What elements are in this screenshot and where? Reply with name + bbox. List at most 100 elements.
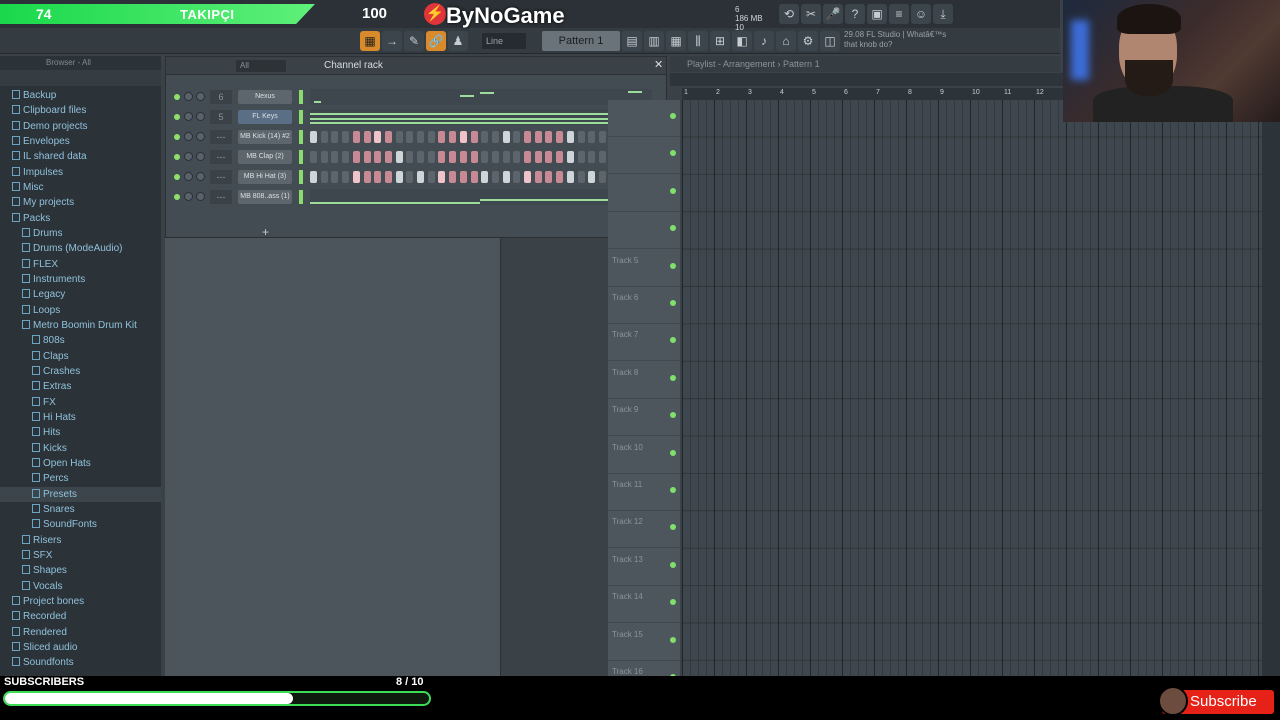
step-button[interactable]	[363, 131, 371, 143]
browser-item[interactable]: Snares	[0, 502, 161, 517]
step-button[interactable]	[320, 131, 328, 143]
browser-item[interactable]: Hi Hats	[0, 410, 161, 425]
track-mute-led[interactable]	[670, 187, 676, 194]
step-button[interactable]	[545, 131, 553, 143]
step-button[interactable]	[513, 171, 521, 183]
step-button[interactable]	[524, 171, 531, 183]
step-button[interactable]	[502, 171, 510, 183]
browser-item[interactable]: Sliced audio	[0, 640, 161, 655]
channel-name-button[interactable]: MB Kick (14) #2	[238, 130, 292, 144]
step-button[interactable]	[502, 151, 510, 163]
volume-knob[interactable]	[196, 112, 205, 121]
step-button[interactable]	[534, 171, 542, 183]
step-button[interactable]	[598, 151, 606, 163]
step-button[interactable]	[384, 131, 392, 143]
browser-item[interactable]: Rendered	[0, 625, 161, 640]
track-header[interactable]: Track 10	[608, 437, 680, 474]
browser-item[interactable]: Packs	[0, 211, 161, 226]
playlist-icon[interactable]: ▤	[622, 31, 642, 51]
step-button[interactable]	[427, 131, 435, 143]
track-header[interactable]: Track 9	[608, 399, 680, 437]
step-button[interactable]	[513, 131, 521, 143]
step-button[interactable]	[374, 131, 382, 143]
browser-item[interactable]: Impulses	[0, 165, 161, 180]
playlist-titlebar[interactable]: Playlist - Arrangement › Pattern 1	[670, 56, 1060, 72]
channel-row[interactable]: --- MB Clap (2)	[166, 147, 666, 167]
step-button[interactable]	[363, 171, 371, 183]
channel-name-button[interactable]: MB Clap (2)	[238, 150, 292, 164]
step-button[interactable]	[534, 131, 542, 143]
browser-item[interactable]: Risers	[0, 533, 161, 548]
step-button[interactable]	[491, 171, 499, 183]
channel-filter[interactable]: All	[236, 60, 286, 72]
browser-item[interactable]: Hits	[0, 425, 161, 440]
step-button[interactable]	[481, 131, 489, 143]
link-icon[interactable]: 🔗	[426, 31, 446, 51]
step-button[interactable]	[352, 151, 360, 163]
track-header[interactable]: Track 8	[608, 362, 680, 399]
step-button[interactable]	[449, 131, 457, 143]
browser-item[interactable]: SoundFonts	[0, 517, 161, 532]
browser-item[interactable]: IL shared data	[0, 149, 161, 164]
track-header[interactable]	[608, 137, 680, 175]
step-button[interactable]	[417, 151, 424, 163]
tempo-display[interactable]: 100	[362, 5, 387, 22]
pianoroll-icon[interactable]: ▥	[644, 31, 664, 51]
browser-item[interactable]: Project bones	[0, 594, 161, 609]
piano-roll-preview[interactable]	[310, 109, 652, 125]
browser-item[interactable]: Instruments	[0, 272, 161, 287]
step-button[interactable]	[342, 131, 350, 143]
add-channel-button[interactable]: +	[262, 225, 269, 239]
save-icon[interactable]: ▣	[867, 4, 887, 24]
step-button[interactable]	[331, 171, 339, 183]
browser-item[interactable]: Envelopes	[0, 134, 161, 149]
step-button[interactable]	[395, 131, 403, 143]
browser-item[interactable]: 808s	[0, 333, 161, 348]
channel-select-indicator[interactable]	[299, 130, 303, 144]
track-header[interactable]	[608, 212, 680, 250]
step-button[interactable]	[310, 171, 317, 183]
browser-item[interactable]: Misc	[0, 180, 161, 195]
channel-name-button[interactable]: Nexus	[238, 90, 292, 104]
step-button[interactable]	[566, 131, 574, 143]
step-button[interactable]	[406, 151, 414, 163]
track-header[interactable]: Track 14	[608, 586, 680, 624]
track-header[interactable]: Track 11	[608, 474, 680, 511]
browser-item[interactable]: Recorded	[0, 609, 161, 624]
step-button[interactable]	[342, 151, 350, 163]
step-button[interactable]	[481, 171, 489, 183]
step-button[interactable]	[534, 151, 542, 163]
step-button[interactable]	[588, 171, 596, 183]
playlist-grid[interactable]	[682, 100, 1262, 690]
browser-icon[interactable]: ◧	[732, 31, 752, 51]
browser-item[interactable]: Soundfonts	[0, 655, 161, 670]
channel-row[interactable]: --- MB Hi Hat (3)	[166, 167, 666, 187]
track-mute-led[interactable]	[670, 412, 676, 419]
channel-row[interactable]: --- MB Kick (14) #2	[166, 127, 666, 147]
arrow-icon[interactable]: →	[382, 31, 402, 51]
step-button[interactable]	[395, 171, 403, 183]
pan-knob[interactable]	[184, 112, 193, 121]
browser-item[interactable]: Drums (ModeAudio)	[0, 241, 161, 256]
mixer-icon[interactable]: ≡	[889, 4, 909, 24]
pan-knob[interactable]	[184, 92, 193, 101]
step-button[interactable]	[417, 171, 424, 183]
pencil-icon[interactable]: ✎	[404, 31, 424, 51]
browser-item[interactable]: FLEX	[0, 257, 161, 272]
browser-item[interactable]: Claps	[0, 349, 161, 364]
step-button[interactable]	[459, 131, 467, 143]
channel-select-indicator[interactable]	[299, 170, 303, 184]
track-header[interactable]: Track 15	[608, 624, 680, 661]
track-header[interactable]: Track 12	[608, 511, 680, 549]
piano-roll-preview[interactable]	[310, 189, 652, 205]
mixer-track-number[interactable]: ---	[210, 190, 232, 204]
step-button[interactable]	[566, 171, 574, 183]
download-icon[interactable]: ⤓	[933, 4, 953, 24]
step-button[interactable]	[320, 151, 328, 163]
step-button[interactable]	[331, 131, 339, 143]
step-button[interactable]	[545, 171, 553, 183]
track-mute-led[interactable]	[670, 113, 676, 119]
step-button[interactable]	[384, 151, 392, 163]
step-button[interactable]	[310, 131, 317, 143]
track-mute-led[interactable]	[670, 524, 676, 531]
